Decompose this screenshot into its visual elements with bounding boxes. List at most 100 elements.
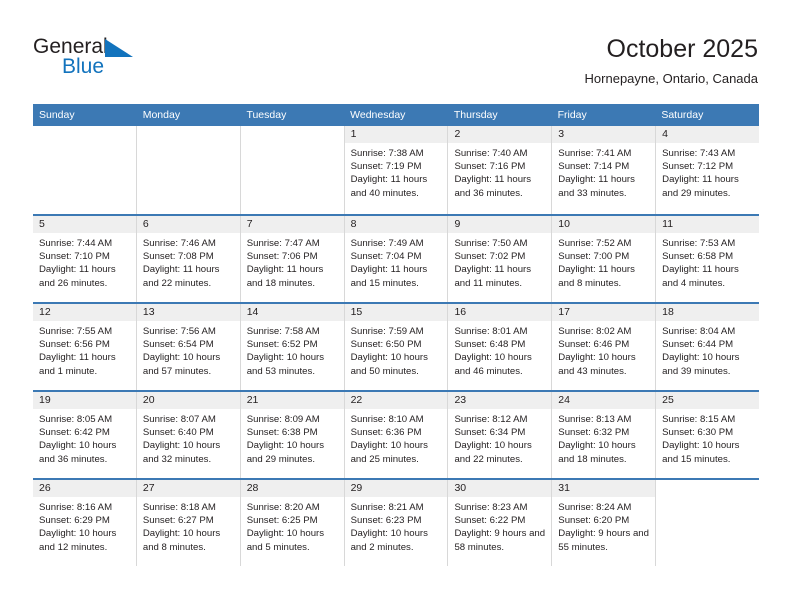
day-cell[interactable]: 31 Sunrise: 8:24 AM Sunset: 6:20 PM Dayl… (552, 480, 657, 566)
day-number: 9 (454, 218, 461, 230)
day-number-band: 18 (656, 304, 760, 321)
day-cell[interactable]: 29 Sunrise: 8:21 AM Sunset: 6:23 PM Dayl… (344, 480, 449, 566)
day-number: 5 (39, 218, 45, 230)
day-cell[interactable]: 28 Sunrise: 8:20 AM Sunset: 6:25 PM Dayl… (240, 480, 345, 566)
day-cell[interactable]: 23 Sunrise: 8:12 AM Sunset: 6:34 PM Dayl… (448, 392, 553, 478)
day-cell[interactable]: 27 Sunrise: 8:18 AM Sunset: 6:27 PM Dayl… (136, 480, 241, 566)
day-info: Sunrise: 7:56 AM Sunset: 6:54 PM Dayligh… (137, 321, 240, 378)
day-number-band: 10 (552, 216, 656, 233)
day-number: 4 (662, 128, 668, 140)
daylight-text: Daylight: 9 hours and 58 minutes. (454, 528, 546, 553)
day-info: Sunrise: 7:38 AM Sunset: 7:19 PM Dayligh… (345, 143, 448, 200)
day-number: 7 (246, 218, 253, 230)
day-cell[interactable]: 24 Sunrise: 8:13 AM Sunset: 6:32 PM Dayl… (552, 392, 657, 478)
sunrise-text: Sunrise: 8:10 AM (350, 414, 424, 425)
day-cell[interactable]: 7 Sunrise: 7:47 AM Sunset: 7:06 PM Dayli… (240, 216, 345, 302)
calendar-grid: Sunday Monday Tuesday Wednesday Thursday… (33, 104, 760, 566)
day-cell[interactable]: 14 Sunrise: 7:58 AM Sunset: 6:52 PM Dayl… (240, 304, 345, 390)
day-cell[interactable]: 15 Sunrise: 7:59 AM Sunset: 6:50 PM Dayl… (344, 304, 449, 390)
daylight-text: Daylight: 10 hours and 43 minutes. (558, 352, 636, 377)
sunset-text: Sunset: 6:34 PM (454, 427, 526, 439)
sunset-text: Sunset: 7:14 PM (558, 161, 630, 173)
day-cell[interactable]: 9 Sunrise: 7:50 AM Sunset: 7:02 PM Dayli… (448, 216, 553, 302)
sunrise-text: Sunrise: 8:23 AM (454, 502, 528, 513)
day-cell[interactable]: 21 Sunrise: 8:09 AM Sunset: 6:38 PM Dayl… (240, 392, 345, 478)
daylight-text: Daylight: 10 hours and 5 minutes. (246, 528, 325, 553)
day-info: Sunrise: 8:04 AM Sunset: 6:44 PM Dayligh… (656, 321, 759, 378)
day-number: 28 (246, 482, 259, 494)
day-cell[interactable]: 17 Sunrise: 8:02 AM Sunset: 6:46 PM Dayl… (552, 304, 657, 390)
sunrise-text: Sunrise: 7:44 AM (39, 238, 113, 249)
day-number-band: 25 (656, 392, 760, 409)
weekday-header-saturday: Saturday (661, 109, 704, 121)
daylight-text: Daylight: 10 hours and 29 minutes. (246, 440, 325, 465)
day-cell[interactable]: 20 Sunrise: 8:07 AM Sunset: 6:40 PM Dayl… (136, 392, 241, 478)
day-number-band: 5 (33, 216, 136, 233)
sunrise-text: Sunrise: 8:04 AM (662, 326, 736, 337)
day-number-band: 9 (448, 216, 552, 233)
day-cell[interactable]: 5 Sunrise: 7:44 AM Sunset: 7:10 PM Dayli… (33, 216, 137, 302)
day-number: 10 (558, 218, 570, 230)
day-cell[interactable]: 11 Sunrise: 7:53 AM Sunset: 6:58 PM Dayl… (656, 216, 760, 302)
week-row: 5 Sunrise: 7:44 AM Sunset: 7:10 PM Dayli… (33, 214, 760, 302)
sunrise-text: Sunrise: 7:58 AM (246, 326, 320, 337)
day-info: Sunrise: 7:59 AM Sunset: 6:50 PM Dayligh… (345, 321, 448, 378)
daylight-text: Daylight: 11 hours and 26 minutes. (39, 264, 116, 289)
day-cell[interactable] (136, 126, 241, 214)
day-number-band (240, 126, 344, 143)
day-number-band: 27 (136, 480, 240, 497)
sunset-text: Sunset: 7:12 PM (662, 161, 734, 173)
sunset-text: Sunset: 6:32 PM (558, 427, 630, 439)
day-cell[interactable]: 3 Sunrise: 7:41 AM Sunset: 7:14 PM Dayli… (552, 126, 657, 214)
day-cell[interactable]: 12 Sunrise: 7:55 AM Sunset: 6:56 PM Dayl… (33, 304, 137, 390)
day-cell[interactable]: 18 Sunrise: 8:04 AM Sunset: 6:44 PM Dayl… (656, 304, 760, 390)
day-number: 22 (350, 394, 363, 406)
week-row: 19 Sunrise: 8:05 AM Sunset: 6:42 PM Dayl… (33, 390, 760, 478)
sunrise-text: Sunrise: 8:07 AM (142, 414, 216, 425)
day-cell[interactable]: 13 Sunrise: 7:56 AM Sunset: 6:54 PM Dayl… (136, 304, 241, 390)
day-number-band: 29 (344, 480, 448, 497)
day-number: 20 (142, 394, 155, 406)
sunset-text: Sunset: 6:25 PM (246, 515, 318, 527)
sunset-text: Sunset: 6:58 PM (662, 251, 734, 263)
sunrise-text: Sunrise: 8:09 AM (246, 414, 320, 425)
sunset-text: Sunset: 6:44 PM (662, 339, 734, 351)
day-cell[interactable]: 16 Sunrise: 8:01 AM Sunset: 6:48 PM Dayl… (448, 304, 553, 390)
day-cell[interactable]: 4 Sunrise: 7:43 AM Sunset: 7:12 PM Dayli… (656, 126, 760, 214)
sunrise-text: Sunrise: 8:05 AM (39, 414, 113, 425)
daylight-text: Daylight: 10 hours and 15 minutes. (662, 440, 740, 465)
day-info: Sunrise: 8:23 AM Sunset: 6:22 PM Dayligh… (448, 497, 551, 554)
day-info: Sunrise: 7:52 AM Sunset: 7:00 PM Dayligh… (552, 233, 655, 290)
day-number-band: 19 (33, 392, 136, 409)
day-number: 24 (558, 394, 570, 406)
day-cell[interactable]: 22 Sunrise: 8:10 AM Sunset: 6:36 PM Dayl… (344, 392, 449, 478)
day-cell[interactable] (240, 126, 345, 214)
sunset-text: Sunset: 7:00 PM (558, 251, 630, 263)
day-info: Sunrise: 7:44 AM Sunset: 7:10 PM Dayligh… (33, 233, 136, 290)
day-cell[interactable]: 6 Sunrise: 7:46 AM Sunset: 7:08 PM Dayli… (136, 216, 241, 302)
day-number-band (33, 126, 136, 143)
sunset-text: Sunset: 6:23 PM (350, 515, 422, 527)
day-number-band: 4 (656, 126, 760, 143)
weekday-header-thursday: Thursday (453, 109, 498, 121)
sunset-text: Sunset: 6:38 PM (246, 427, 318, 439)
sunset-text: Sunset: 6:48 PM (454, 339, 526, 351)
daylight-text: Daylight: 11 hours and 22 minutes. (142, 264, 220, 289)
daylight-text: Daylight: 10 hours and 46 minutes. (454, 352, 532, 377)
day-number: 11 (662, 218, 674, 230)
sunrise-text: Sunrise: 8:12 AM (454, 414, 528, 425)
day-cell[interactable]: 30 Sunrise: 8:23 AM Sunset: 6:22 PM Dayl… (448, 480, 553, 566)
day-cell[interactable]: 26 Sunrise: 8:16 AM Sunset: 6:29 PM Dayl… (33, 480, 137, 566)
sunrise-text: Sunrise: 8:16 AM (39, 502, 113, 513)
day-cell[interactable]: 1 Sunrise: 7:38 AM Sunset: 7:19 PM Dayli… (344, 126, 449, 214)
daylight-text: Daylight: 11 hours and 4 minutes. (662, 264, 739, 289)
day-cell[interactable]: 8 Sunrise: 7:49 AM Sunset: 7:04 PM Dayli… (344, 216, 449, 302)
day-cell[interactable]: 2 Sunrise: 7:40 AM Sunset: 7:16 PM Dayli… (448, 126, 553, 214)
daylight-text: Daylight: 11 hours and 18 minutes. (246, 264, 324, 289)
day-cell[interactable]: 10 Sunrise: 7:52 AM Sunset: 7:00 PM Dayl… (552, 216, 657, 302)
day-number-band: 12 (33, 304, 136, 321)
day-cell[interactable] (656, 480, 760, 566)
day-cell[interactable]: 25 Sunrise: 8:15 AM Sunset: 6:30 PM Dayl… (656, 392, 760, 478)
day-cell[interactable] (33, 126, 137, 214)
day-cell[interactable]: 19 Sunrise: 8:05 AM Sunset: 6:42 PM Dayl… (33, 392, 137, 478)
